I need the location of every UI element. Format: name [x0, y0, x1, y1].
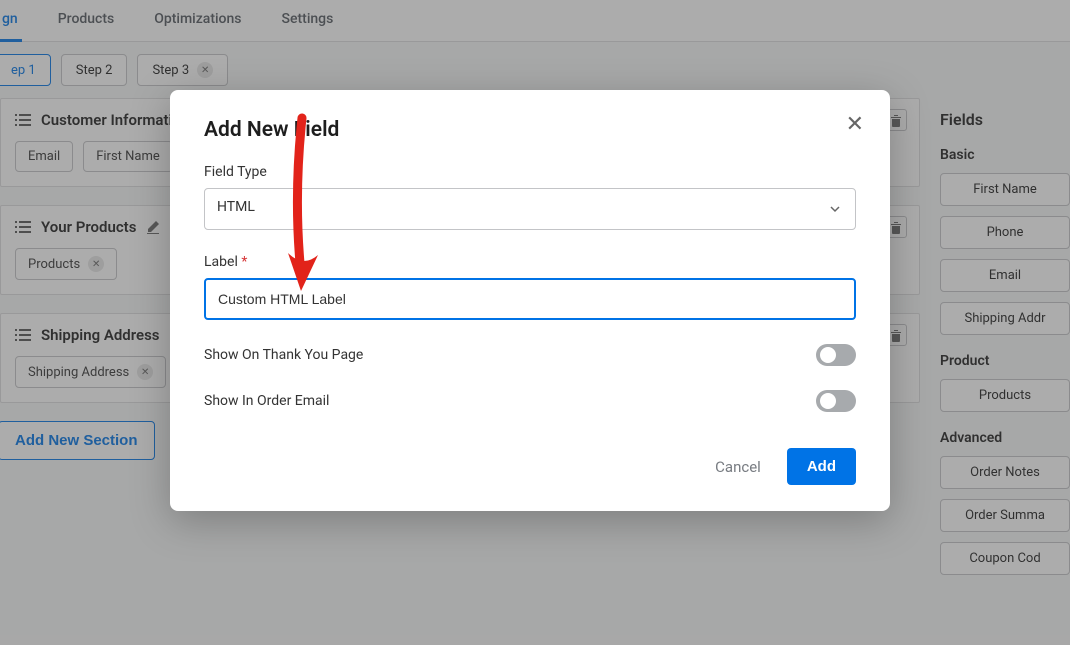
- field-type-select[interactable]: HTML: [204, 188, 856, 230]
- add-new-field-modal: Add New Field ✕ Field Type HTML Label * …: [170, 90, 890, 511]
- add-button[interactable]: Add: [787, 448, 856, 485]
- show-order-email-label: Show In Order Email: [204, 393, 329, 409]
- field-type-label: Field Type: [204, 164, 856, 180]
- show-thank-you-label: Show On Thank You Page: [204, 347, 363, 363]
- required-star: *: [241, 254, 247, 270]
- modal-title: Add New Field: [204, 118, 856, 142]
- show-thank-you-toggle[interactable]: [816, 344, 856, 366]
- label-input[interactable]: [204, 278, 856, 320]
- label-label: Label *: [204, 254, 856, 270]
- close-icon[interactable]: ✕: [846, 112, 864, 137]
- cancel-button[interactable]: Cancel: [715, 458, 761, 476]
- show-order-email-toggle[interactable]: [816, 390, 856, 412]
